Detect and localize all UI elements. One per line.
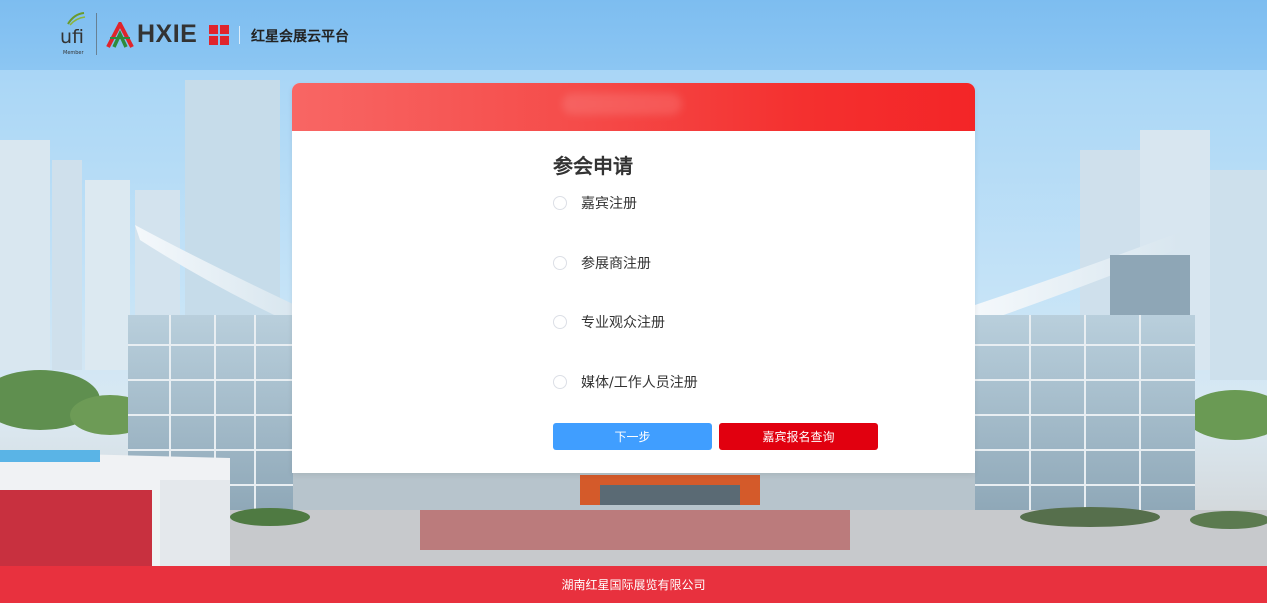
ufi-swoosh-icon [67,12,86,26]
card-header-banner [292,83,975,131]
guest-query-button[interactable]: 嘉宾报名查询 [719,423,878,450]
ufi-logo: ufi Member [60,12,90,58]
radio-button[interactable] [553,196,567,210]
radio-button[interactable] [553,256,567,270]
option-label: 参展商注册 [581,256,651,272]
option-label: 嘉宾注册 [581,196,637,212]
footer-company: 湖南红星国际展览有限公司 [561,578,706,592]
footer: 湖南红星国际展览有限公司 [0,566,1267,603]
header-divider [239,26,240,44]
top-header: ufi Member HXIE 红星会展云平台 [0,0,1267,70]
registration-card: 参会申请 嘉宾注册 参展商注册 专业观众注册 媒体/工作人员注册 下一步 嘉宾报… [292,83,975,473]
option-guest[interactable]: 嘉宾注册 [553,193,637,213]
hxie-logo-text: HXIE [137,20,198,48]
radio-button[interactable] [553,315,567,329]
radio-button[interactable] [553,375,567,389]
hxie-mark-icon [106,22,134,48]
next-step-button[interactable]: 下一步 [553,423,712,450]
ufi-logo-sub: Member [63,50,84,56]
option-label: 专业观众注册 [581,315,665,331]
registration-form: 参会申请 嘉宾注册 参展商注册 专业观众注册 媒体/工作人员注册 [553,153,883,391]
option-label: 媒体/工作人员注册 [581,375,698,391]
logo-divider [96,13,97,55]
ufi-logo-text: ufi [60,26,85,48]
platform-name: 红星会展云平台 [251,29,349,45]
option-exhibitor[interactable]: 参展商注册 [553,253,651,273]
hxie-badge-icon [209,25,229,45]
option-visitor[interactable]: 专业观众注册 [553,312,665,332]
option-media-staff[interactable]: 媒体/工作人员注册 [553,372,698,392]
form-title: 参会申请 [553,154,633,178]
